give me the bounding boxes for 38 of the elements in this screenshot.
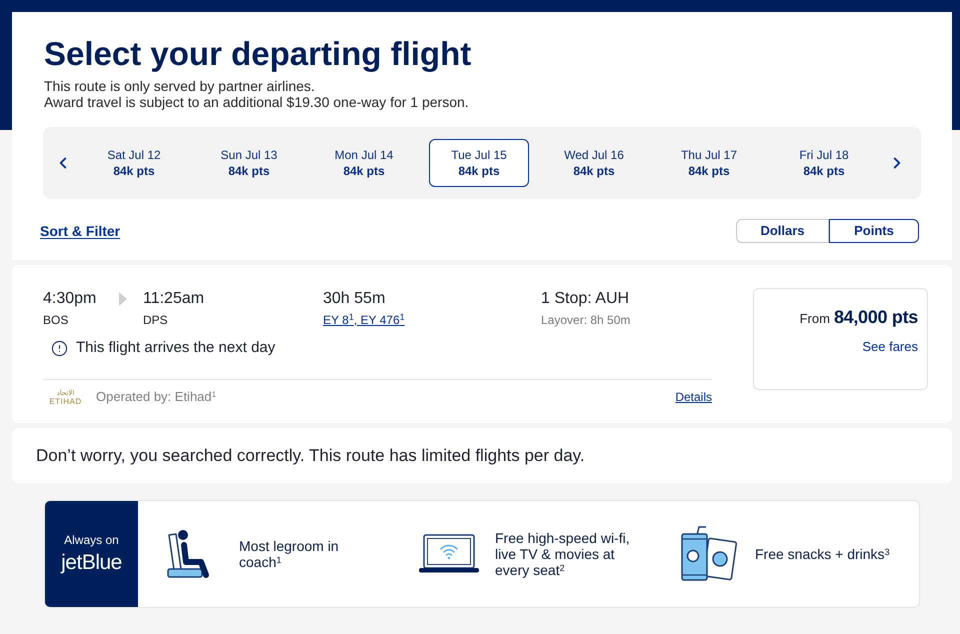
date-option[interactable]: Sat Jul 12 84k pts — [84, 139, 184, 187]
laptop-wifi-icon — [419, 534, 479, 574]
flight-duration: 30h 55m — [323, 289, 386, 309]
date-option[interactable]: Fri Jul 18 84k pts — [774, 139, 874, 187]
flight-numbers-link[interactable]: EY 8$^{1}$, EY 476$^{1}$ — [323, 313, 405, 327]
date-option[interactable]: Tue Jul 15 84k pts — [429, 139, 529, 187]
currency-toggle-option[interactable]: Points — [829, 219, 919, 243]
route-note: This route is only served by partner airlines. — [44, 78, 316, 94]
arrival-time: 11:25am — [143, 289, 206, 309]
layover-time: Layover: 8h 50m — [541, 312, 630, 328]
sort-filter-link[interactable]: Sort & Filter — [40, 220, 120, 242]
drink-can-and-snack-bag-icon — [680, 526, 737, 582]
amenity-text: Free snacks + drinks$^{3}$ — [755, 546, 891, 562]
details-link[interactable]: Details — [675, 389, 712, 405]
price-box[interactable]: From 84,000 pts See fares — [753, 288, 928, 390]
limited-flights-message: Don’t worry, you searched correctly. This route has limited flights per day. — [36, 446, 585, 466]
next-day-notice: This flight arrives the next day — [76, 339, 276, 357]
operated-by-text: Operated by: Etihad$^{1}$ — [96, 389, 216, 405]
departure-time: 4:30pm — [43, 289, 98, 309]
price-prefix: From — [800, 310, 830, 328]
date-option[interactable]: Sun Jul 13 84k pts — [199, 139, 299, 187]
route-note: Award travel is subject to an additional $19.30 one-way for 1 person. — [44, 94, 470, 110]
departure-airport: BOS — [43, 312, 70, 328]
right-triangle-icon — [119, 292, 127, 306]
arrival-airport: DPS — [143, 312, 169, 328]
brand-tagline: Always on — [64, 533, 119, 548]
brand-logo: jetBlue — [61, 551, 122, 575]
page-title: Select your departing flight — [43, 34, 472, 74]
price-amount: 84,000 pts — [834, 306, 918, 328]
amenity-text: Free high-speed wi-fi, live TV & movies at every seat$^{2}$ — [495, 530, 631, 578]
stops-summary: 1 Stop: AUH — [541, 289, 630, 309]
currency-toggle-option[interactable]: Dollars — [736, 219, 829, 243]
see-fares-link[interactable]: See fares — [862, 339, 918, 355]
date-option[interactable]: Thu Jul 17 84k pts — [659, 139, 759, 187]
amenity-text: Most legroom in coach$^{1}$ — [239, 538, 340, 570]
info-alert-icon — [51, 340, 68, 356]
date-option[interactable]: Mon Jul 14 84k pts — [314, 139, 414, 187]
date-option[interactable]: Wed Jul 16 84k pts — [544, 139, 644, 187]
